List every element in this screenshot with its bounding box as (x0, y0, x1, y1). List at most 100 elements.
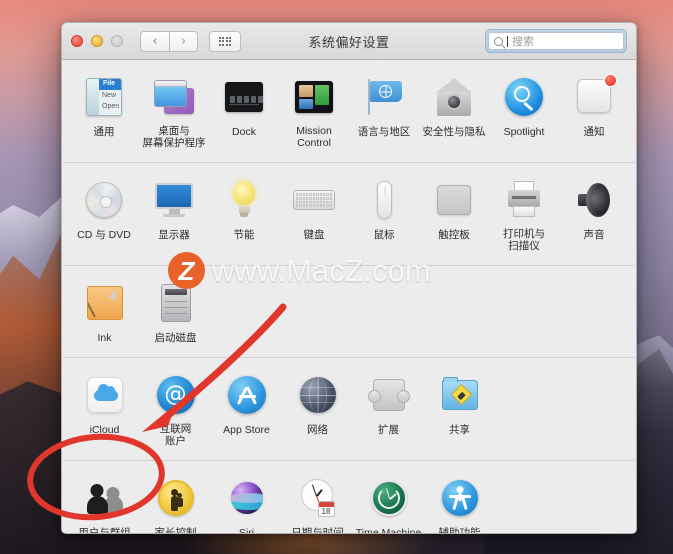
internet-accounts-icon: @ (152, 371, 200, 419)
forward-button[interactable]: › (169, 30, 198, 52)
pane-label: 用户与群组 (78, 527, 131, 534)
pane-label-line2: 屏幕保护程序 (142, 136, 206, 149)
parental-controls-icon (152, 474, 200, 522)
pane-extensions[interactable]: 扩展 (353, 369, 424, 451)
pane-language-region[interactable]: 语言与地区 (349, 71, 419, 153)
date-time-icon: 18 (294, 474, 342, 522)
pane-app-store[interactable]: App Store (211, 369, 282, 451)
pane-label: App Store (223, 424, 270, 436)
pane-internet-accounts[interactable]: @ 互联网 账户 (140, 369, 211, 451)
time-machine-icon (365, 474, 413, 522)
pane-label-line1: 桌面与 (158, 125, 190, 137)
pane-label: 辅助功能 (438, 527, 481, 534)
pane-siri[interactable]: Siri (211, 472, 282, 534)
pane-spotlight[interactable]: Spotlight (489, 71, 559, 153)
pane-security-privacy[interactable]: 安全性与隐私 (419, 71, 489, 153)
watermark: Z www.MacZ.com (168, 252, 431, 289)
pane-label: 语言与地区 (357, 126, 411, 138)
pane-label-line1: 互联网 (159, 423, 192, 435)
desktop-screensaver-icon (150, 73, 198, 121)
pane-label: 启动磁盘 (154, 332, 197, 344)
pane-notifications[interactable]: 通知 (559, 71, 629, 153)
pane-mission-control[interactable]: Mission Control (279, 71, 349, 153)
mission-control-icon (290, 73, 338, 121)
sharing-icon (436, 371, 484, 419)
grid-dots-icon (218, 36, 232, 46)
close-button[interactable] (71, 35, 83, 47)
pane-label: 共享 (449, 424, 470, 436)
pane-label: 键盘 (303, 229, 325, 241)
pane-mouse[interactable]: 鼠标 (349, 174, 419, 256)
pane-keyboard[interactable]: 键盘 (279, 174, 349, 256)
pane-desktop-screensaver[interactable]: 桌面与 屏幕保护程序 (139, 71, 209, 153)
traffic-lights (71, 35, 123, 47)
pane-icloud[interactable]: iCloud (69, 369, 140, 451)
pane-label-line2: 扫描仪 (508, 239, 540, 252)
pane-printers-scanners[interactable]: 打印机与 扫描仪 (489, 174, 559, 256)
app-store-icon (223, 371, 271, 419)
pane-label-line2: Control (297, 136, 331, 149)
search-icon (494, 36, 503, 46)
search-field-wrapper[interactable]: 搜索 (486, 30, 626, 52)
pane-accessibility[interactable]: 辅助功能 (424, 472, 495, 534)
search-placeholder: 搜索 (512, 36, 534, 48)
show-all-button[interactable] (209, 30, 241, 52)
keyboard-icon (290, 176, 338, 224)
pane-cd-dvd[interactable]: CD 与 DVD (69, 174, 139, 256)
pane-label: 互联网 账户 (159, 423, 192, 447)
pane-label: 声音 (583, 229, 605, 241)
siri-icon (223, 474, 271, 522)
pane-row: CD 与 DVD 显示器 节能 键盘 鼠标 触控板 打印机与 扫描仪 声音 (62, 174, 636, 256)
extensions-icon (365, 371, 413, 419)
pane-label: iCloud (89, 424, 120, 436)
pane-group-internet: iCloud @ 互联网 账户 App Store 网络 扩展 共享 (62, 358, 636, 460)
ink-icon (81, 279, 129, 327)
zoom-button (111, 35, 123, 47)
pane-label: Siri (238, 527, 255, 534)
back-button[interactable]: ‹ (140, 30, 169, 52)
navigation-buttons: ‹ › (140, 30, 198, 52)
printers-scanners-icon (500, 176, 548, 224)
preference-panes-grid: File New Open 通用 桌面与 屏幕保护程序 Dock Mission… (62, 60, 636, 534)
accessibility-icon (436, 474, 484, 522)
pane-displays[interactable]: 显示器 (139, 174, 209, 256)
pane-parental-controls[interactable]: 家长控制 (140, 472, 211, 533)
cd-dvd-icon (80, 176, 128, 224)
general-icon: File New Open (80, 73, 128, 121)
watermark-text: www.MacZ.com (212, 252, 431, 288)
window-titlebar[interactable]: ‹ › 系统偏好设置 搜索 (62, 23, 636, 60)
pane-sound[interactable]: 声音 (559, 174, 629, 256)
dock-icon (220, 73, 268, 121)
pane-label-line1: 打印机与 (503, 228, 545, 240)
pane-energy-saver[interactable]: 节能 (209, 174, 279, 256)
mouse-icon (360, 176, 408, 224)
pane-network[interactable]: 网络 (282, 369, 353, 451)
text-caret (507, 35, 508, 47)
pane-ink[interactable]: Ink (69, 277, 140, 348)
pane-general[interactable]: File New Open 通用 (69, 71, 139, 153)
calendar-day: 18 (321, 507, 331, 516)
pane-label: Spotlight (503, 126, 545, 138)
macz-logo-icon: Z (168, 252, 205, 289)
pane-row: File New Open 通用 桌面与 屏幕保护程序 Dock Mission… (62, 71, 636, 153)
pane-users-groups[interactable]: 用户与群组 (69, 472, 140, 534)
energy-saver-icon (220, 176, 268, 224)
pane-sharing[interactable]: 共享 (424, 369, 495, 451)
pane-trackpad[interactable]: 触控板 (419, 174, 489, 256)
pane-row: iCloud @ 互联网 账户 App Store 网络 扩展 共享 (62, 369, 636, 451)
pane-dock[interactable]: Dock (209, 71, 279, 153)
pane-label-line1: Mission (296, 125, 332, 137)
pane-label: 通用 (93, 126, 115, 138)
language-region-icon (360, 73, 408, 121)
pane-label: 显示器 (158, 229, 190, 241)
search-input[interactable]: 搜索 (488, 32, 624, 50)
pane-group-system: 用户与群组 家长控制 Siri 18 日期与时间 Time Machine 辅助… (62, 461, 636, 534)
pane-time-machine[interactable]: Time Machine (353, 472, 424, 533)
pane-label: 安全性与隐私 (422, 126, 486, 138)
pane-label: 触控板 (438, 229, 470, 241)
pane-date-time[interactable]: 18 日期与时间 (282, 472, 353, 533)
pane-label: Dock (232, 126, 256, 138)
sound-icon (570, 176, 618, 224)
trackpad-icon (430, 176, 478, 224)
minimize-button[interactable] (91, 35, 103, 47)
